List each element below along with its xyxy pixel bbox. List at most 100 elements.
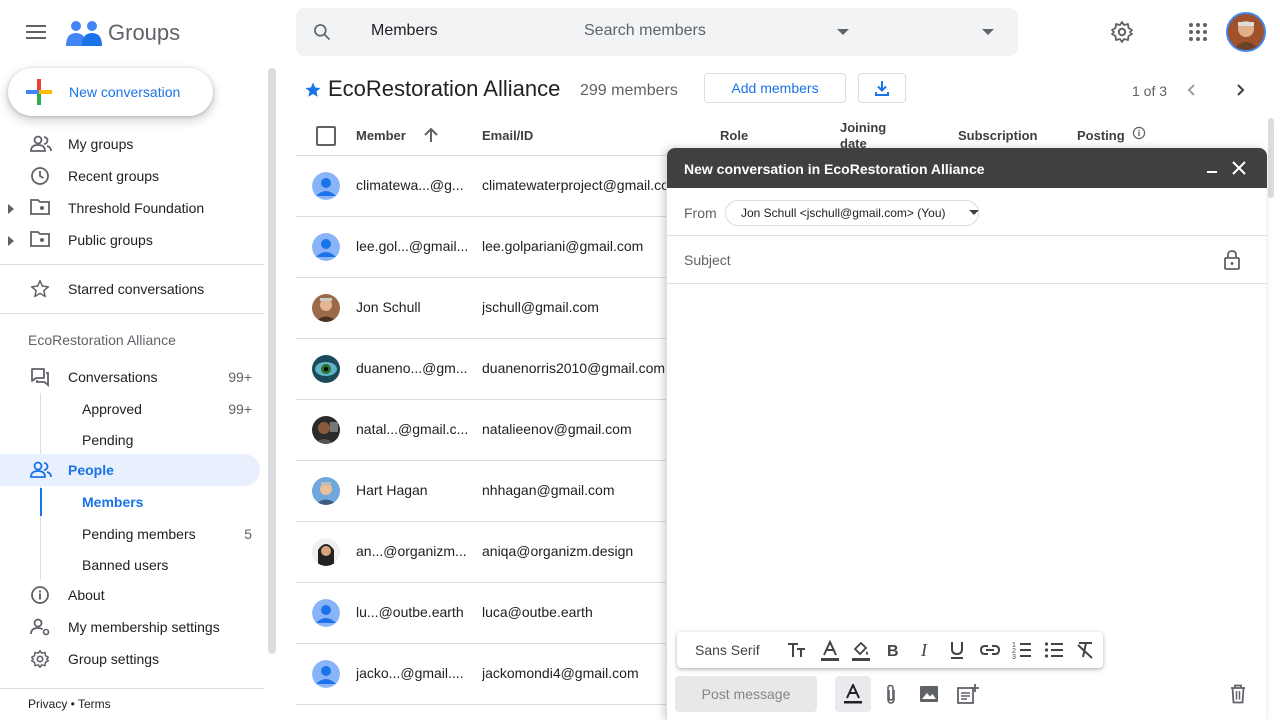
- main-scrollbar[interactable]: [1268, 118, 1274, 198]
- search-input[interactable]: Search members: [584, 22, 706, 40]
- member-email: nhhagan@gmail.com: [482, 482, 615, 498]
- nav-pending-members[interactable]: Pending members 5: [0, 518, 260, 550]
- nav-label: My membership settings: [68, 619, 220, 635]
- bold-icon[interactable]: B: [884, 640, 902, 660]
- attach-icon[interactable]: [881, 684, 901, 706]
- chevron-left-icon[interactable]: [1184, 82, 1200, 98]
- new-conversation-button[interactable]: New conversation: [8, 68, 213, 116]
- avatar: [312, 599, 340, 627]
- nav-members[interactable]: Members: [0, 486, 260, 518]
- star-filled-icon[interactable]: [304, 81, 322, 99]
- nav-divider: [0, 264, 264, 265]
- people-icon: [30, 461, 52, 478]
- top-bar: Groups Members Search members: [0, 0, 1280, 64]
- table-row[interactable]: jacko...@gmail.... jackomondi4@gmail.com: [296, 644, 668, 705]
- member-name: jacko...@gmail....: [356, 665, 464, 681]
- compose-header[interactable]: New conversation in EcoRestoration Allia…: [667, 148, 1267, 188]
- table-row[interactable]: lee.gol...@gmail... lee.golpariani@gmail…: [296, 217, 668, 278]
- chevron-down-icon[interactable]: [969, 210, 979, 215]
- text-size-icon[interactable]: [787, 640, 807, 660]
- search-scope-select[interactable]: Members: [371, 22, 438, 40]
- expand-arrow-icon[interactable]: [8, 204, 14, 214]
- compose-actions: Post message: [667, 674, 1267, 718]
- avatar: [312, 660, 340, 688]
- font-select[interactable]: Sans Serif: [695, 642, 760, 658]
- privacy-terms-link[interactable]: Privacy • Terms: [28, 697, 111, 711]
- numbered-list-icon[interactable]: 123: [1012, 640, 1032, 660]
- export-members-button[interactable]: [858, 73, 906, 103]
- table-row[interactable]: Hart Hagan nhhagan@gmail.com: [296, 461, 668, 522]
- post-message-button[interactable]: Post message: [675, 676, 817, 712]
- apps-grid-icon[interactable]: [1188, 22, 1208, 42]
- col-subscription[interactable]: Subscription: [958, 128, 1037, 143]
- member-name: natal...@gmail.c...: [356, 421, 468, 437]
- star-outline-icon: [30, 279, 50, 298]
- table-row[interactable]: Jon Schull jschull@gmail.com: [296, 278, 668, 339]
- nav-pending[interactable]: Pending: [0, 424, 260, 456]
- select-all-checkbox[interactable]: [316, 126, 336, 146]
- insert-photo-icon[interactable]: [919, 684, 939, 704]
- formatting-toolbar: Sans Serif B I 123: [677, 632, 1103, 668]
- account-avatar[interactable]: [1226, 12, 1266, 52]
- message-body[interactable]: [667, 284, 1267, 628]
- from-select[interactable]: Jon Schull <jschull@gmail.com> (You): [725, 200, 979, 226]
- table-row[interactable]: duaneno...@gm... duanenorris2010@gmail.c…: [296, 339, 668, 400]
- underline-icon[interactable]: [948, 640, 966, 660]
- table-row[interactable]: natal...@gmail.c... natalieenov@gmail.co…: [296, 400, 668, 461]
- member-name: lee.gol...@gmail...: [356, 238, 468, 254]
- col-posting[interactable]: Posting: [1077, 128, 1125, 143]
- col-member[interactable]: Member: [356, 128, 406, 143]
- clear-formatting-icon[interactable]: [1076, 640, 1094, 660]
- nav-about[interactable]: About: [0, 579, 260, 611]
- nav-label: Group settings: [68, 651, 160, 667]
- nav-my-groups[interactable]: My groups: [0, 128, 260, 160]
- nav-banned-users[interactable]: Banned users: [0, 549, 260, 581]
- search-icon[interactable]: [312, 22, 332, 42]
- add-members-button[interactable]: Add members: [704, 73, 846, 103]
- italic-icon[interactable]: I: [916, 640, 934, 660]
- group-header: EcoRestoration Alliance 299 members Add …: [296, 72, 1256, 108]
- sort-arrow-up-icon[interactable]: [422, 126, 440, 144]
- nav-threshold-foundation[interactable]: Threshold Foundation: [0, 192, 260, 224]
- nav-people[interactable]: People: [0, 454, 260, 486]
- avatar: [312, 477, 340, 505]
- insert-template-icon[interactable]: [957, 684, 979, 704]
- chevron-right-icon[interactable]: [1232, 82, 1248, 98]
- search-options-icon[interactable]: [982, 29, 994, 35]
- col-email[interactable]: Email/ID: [482, 128, 533, 143]
- info-icon[interactable]: [1132, 126, 1146, 140]
- subject-input[interactable]: Subject: [684, 252, 731, 268]
- table-row[interactable]: an...@organizm.... aniqa@organizm.design: [296, 522, 668, 583]
- bulleted-list-icon[interactable]: [1044, 640, 1064, 660]
- nav-label: People: [68, 462, 114, 478]
- main-menu-button[interactable]: [20, 16, 52, 48]
- search-bar[interactable]: Members Search members: [296, 8, 1018, 56]
- highlight-color-icon[interactable]: [851, 640, 871, 662]
- member-email: climatewaterproject@gmail.com: [482, 177, 668, 193]
- nav-conversations[interactable]: Conversations 99+: [0, 361, 260, 393]
- text-color-icon[interactable]: [820, 640, 840, 662]
- nav-approved[interactable]: Approved 99+: [0, 393, 260, 425]
- chevron-down-icon[interactable]: [837, 29, 849, 35]
- col-role[interactable]: Role: [720, 128, 748, 143]
- nav-recent-groups[interactable]: Recent groups: [0, 160, 260, 192]
- table-row[interactable]: climatewa...@g... climatewaterproject@gm…: [296, 156, 668, 217]
- settings-gear-icon[interactable]: [1110, 20, 1134, 44]
- app-name: Groups: [108, 20, 181, 45]
- nav-group-settings[interactable]: Group settings: [0, 643, 260, 675]
- minimize-icon[interactable]: [1205, 160, 1219, 174]
- sidebar-scrollbar[interactable]: [268, 68, 276, 654]
- formatting-options-icon[interactable]: [843, 684, 863, 704]
- groups-logo[interactable]: Groups: [66, 18, 180, 48]
- table-row[interactable]: lu...@outbe.earth luca@outbe.earth: [296, 583, 668, 644]
- close-icon[interactable]: [1231, 160, 1247, 176]
- nav-public-groups[interactable]: Public groups: [0, 224, 260, 256]
- member-email: jackomondi4@gmail.com: [482, 665, 639, 681]
- nav-membership-settings[interactable]: My membership settings: [0, 611, 260, 643]
- link-icon[interactable]: [979, 640, 1001, 660]
- expand-arrow-icon[interactable]: [8, 236, 14, 246]
- nav-starred-conversations[interactable]: Starred conversations: [0, 273, 260, 305]
- trash-icon[interactable]: [1229, 684, 1247, 704]
- lock-icon[interactable]: [1223, 250, 1241, 270]
- forum-icon: [31, 368, 49, 387]
